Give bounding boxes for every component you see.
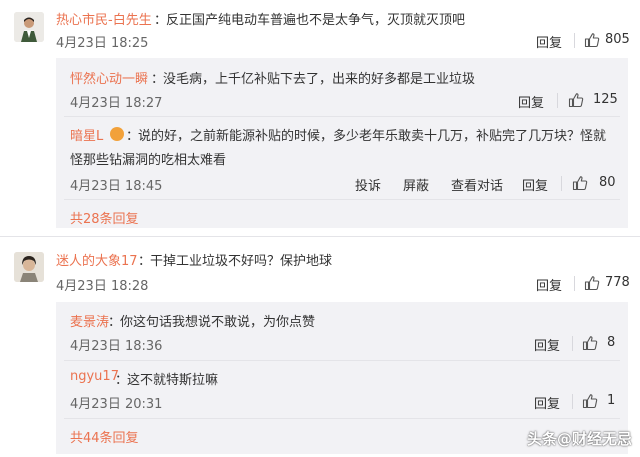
reply-button[interactable]: 回复	[534, 335, 560, 354]
reply-username[interactable]: ngyu17	[70, 369, 119, 384]
like-thumb-icon[interactable]	[568, 92, 584, 108]
reply-button[interactable]: 回复	[522, 175, 548, 194]
block-button[interactable]: 屏蔽	[403, 175, 429, 194]
reply-time: 4月23日 20:31	[70, 397, 163, 412]
more-replies-link[interactable]: 共44条回复	[70, 427, 139, 446]
reply-text-line: 说的好，之前新能源补贴的时候，多少老年乐敢卖十几万，补贴完了几万块？怪就	[138, 129, 607, 144]
like-count: 1	[607, 393, 616, 408]
comment-text: 干掉工业垃圾不好吗？保护地球	[150, 254, 333, 269]
like-thumb-icon[interactable]	[582, 335, 598, 351]
comment-text: 反正国产纯电动车普遍也不是太争气，灭顶就灭顶吧	[166, 13, 466, 28]
action-divider	[557, 93, 558, 108]
avatar[interactable]	[14, 252, 44, 282]
comment-time: 4月23日 18:28	[56, 279, 149, 294]
like-count: 805	[605, 32, 630, 47]
reply-time: 4月23日 18:45	[70, 179, 163, 194]
comment-username[interactable]: 迷人的大象17	[56, 250, 138, 269]
like-count: 125	[593, 92, 618, 107]
reply-button[interactable]: 回复	[518, 92, 544, 111]
like-thumb-icon[interactable]	[584, 275, 600, 291]
comment-username[interactable]: 热心市民-白先生	[56, 9, 152, 28]
reply-button[interactable]: 回复	[536, 275, 562, 294]
reply-username[interactable]: 暗星L	[70, 125, 103, 144]
action-divider	[561, 176, 562, 191]
reply-button[interactable]: 回复	[534, 393, 560, 412]
like-thumb-icon[interactable]	[584, 32, 600, 48]
reply-username[interactable]: 麦景涛	[70, 311, 109, 330]
reply-text-line: 怪那些钻漏洞的吃相太难看	[70, 153, 227, 168]
like-count: 8	[607, 335, 616, 350]
reply-time: 4月23日 18:36	[70, 339, 163, 354]
reply-text: 你这句话我想说不敢说，为你点赞	[120, 315, 316, 330]
reply-divider	[64, 199, 620, 200]
vip-badge-icon	[110, 127, 124, 141]
reply-divider	[64, 360, 620, 361]
action-divider	[572, 336, 573, 351]
report-button[interactable]: 投诉	[355, 175, 381, 194]
like-thumb-icon[interactable]	[572, 175, 588, 191]
like-count: 80	[599, 175, 616, 190]
comment-divider	[0, 236, 640, 237]
reply-time: 4月23日 18:27	[70, 96, 163, 111]
reply-divider	[64, 418, 620, 419]
like-count: 778	[605, 275, 630, 290]
comment-time: 4月23日 18:25	[56, 36, 149, 51]
reply-username[interactable]: 怦然心动一瞬	[70, 68, 148, 87]
reply-divider	[64, 116, 620, 117]
reply-text: 这不就特斯拉嘛	[127, 373, 219, 388]
reply-text: 没毛病，上千亿补贴下去了，出来的好多都是工业垃圾	[163, 72, 476, 87]
view-conversation-button[interactable]: 查看对话	[451, 175, 503, 194]
more-replies-link[interactable]: 共28条回复	[70, 208, 139, 227]
action-divider	[574, 33, 575, 48]
avatar[interactable]	[14, 12, 44, 42]
action-divider	[574, 276, 575, 291]
reply-button[interactable]: 回复	[536, 32, 562, 51]
like-thumb-icon[interactable]	[582, 393, 598, 409]
action-divider	[572, 394, 573, 409]
watermark: 头条@财经无忌	[526, 430, 632, 448]
